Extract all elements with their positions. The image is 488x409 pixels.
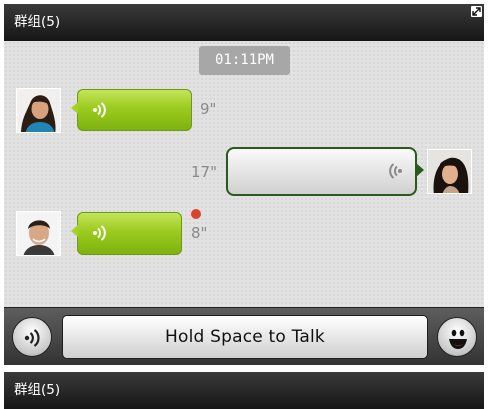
voice-wave-icon	[23, 328, 43, 348]
smiley-icon	[444, 324, 472, 352]
expand-icon[interactable]	[471, 6, 482, 17]
man-avatar[interactable]	[16, 211, 61, 256]
voice-message-bubble[interactable]	[71, 212, 182, 255]
voice-duration: 17"	[191, 163, 217, 181]
voice-wave-icon	[92, 101, 110, 123]
second-chat-window-header[interactable]: 群组(5)	[4, 372, 484, 409]
chat-title: 群组(5)	[14, 382, 61, 398]
chat-title: 群组(5)	[14, 14, 61, 30]
voice-mode-button[interactable]	[12, 317, 52, 357]
voice-wave-icon	[385, 162, 403, 184]
hold-to-talk-button[interactable]: Hold Space to Talk	[62, 315, 428, 359]
chat-messages-area[interactable]: 01:11PM 9" 17" 8"	[4, 41, 484, 307]
emoji-button[interactable]	[437, 317, 477, 357]
self-avatar[interactable]	[427, 149, 472, 194]
voice-message-bubble-self[interactable]	[226, 147, 424, 196]
input-bar: Hold Space to Talk	[4, 307, 484, 365]
chat-window-header: 群组(5)	[4, 4, 484, 41]
voice-wave-icon	[92, 224, 110, 246]
unread-indicator-dot	[191, 209, 201, 219]
voice-message-bubble[interactable]	[71, 89, 192, 131]
window-separator	[0, 365, 488, 372]
voice-duration: 8"	[191, 224, 208, 242]
woman-avatar[interactable]	[16, 88, 61, 133]
message-timestamp: 01:11PM	[199, 46, 290, 75]
voice-duration: 9"	[200, 100, 217, 118]
